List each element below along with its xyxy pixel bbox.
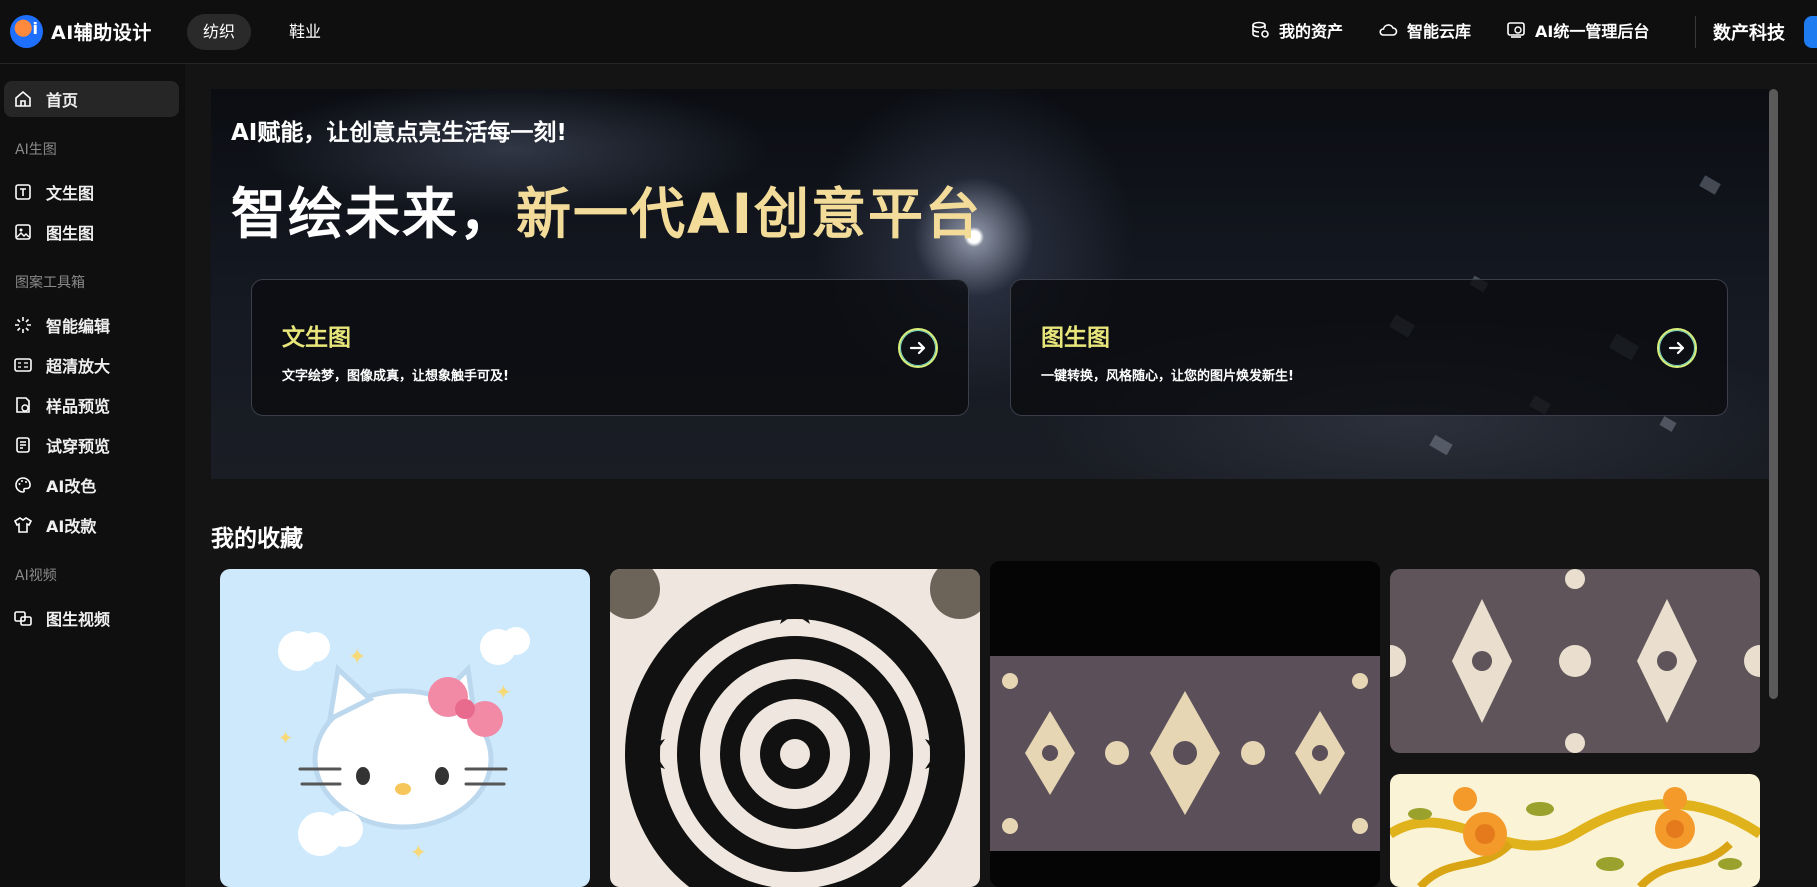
sidebar-item-home[interactable]: 首页 (4, 81, 179, 117)
sidebar-item-sample-preview[interactable]: 样品预览 (4, 387, 179, 423)
ai-admin-link[interactable]: AI统一管理后台 (1505, 18, 1649, 42)
favorites-title: 我的收藏 (211, 526, 303, 552)
svg-text:✦: ✦ (495, 680, 512, 704)
sidebar-item-label: 图生图 (46, 224, 95, 243)
card-title: 文生图 (282, 325, 351, 351)
sidebar-item-label: AI改款 (46, 517, 97, 536)
sidebar-group-pattern-toolbox: 图案工具箱 (15, 275, 85, 291)
app-title: AI辅助设计 (51, 22, 152, 44)
sidebar-item-label: 样品预览 (46, 397, 111, 416)
top-navigation-bar: AI辅助设计 纺织 鞋业 我的资产 智能云库 AI统一管理后台 数产科技 (0, 0, 1817, 64)
cloud-icon (1377, 19, 1399, 41)
arrow-right-icon[interactable] (1657, 328, 1697, 368)
card-description: 一键转换，风格随心，让您的图片焕发新生! (1041, 369, 1294, 384)
sidebar: 首页 AI生图 文生图 图生图 图案工具箱 智能编辑 超清放大 样品预览 试穿预… (0, 64, 185, 887)
my-assets-label: 我的资产 (1279, 22, 1344, 41)
text-box-icon (12, 181, 34, 203)
hero-title-white: 智绘未来， (231, 182, 517, 246)
card-title: 图生图 (1041, 325, 1110, 351)
svg-text:✦: ✦ (410, 840, 427, 864)
hd-upscale-icon (12, 354, 34, 376)
sidebar-item-ai-restyle[interactable]: AI改款 (4, 507, 179, 543)
favorite-tile-hello-kitty[interactable]: ✦ ✦ ✦ ✦ (220, 569, 590, 887)
hero-decoration (1429, 434, 1453, 456)
sidebar-item-label: 试穿预览 (46, 437, 111, 456)
tab-textile[interactable]: 纺织 (187, 14, 252, 50)
try-on-icon (12, 434, 34, 456)
smart-cloud-link[interactable]: 智能云库 (1377, 18, 1471, 42)
hello-kitty-image: ✦ ✦ ✦ ✦ (278, 627, 530, 864)
svg-text:✦: ✦ (278, 728, 293, 749)
sidebar-item-try-on-preview[interactable]: 试穿预览 (4, 427, 179, 463)
sidebar-item-label: 超清放大 (46, 357, 111, 376)
hero-title: 智绘未来，新一代AI创意平台 (231, 169, 982, 249)
sidebar-item-hd-upscale[interactable]: 超清放大 (4, 347, 179, 383)
text-to-image-card[interactable]: 文生图 文字绘梦，图像成真，让想象触手可及! (251, 279, 969, 416)
my-assets-link[interactable]: 我的资产 (1249, 18, 1343, 42)
tab-footwear[interactable]: 鞋业 (273, 14, 337, 50)
sidebar-group-ai-image: AI生图 (15, 142, 57, 158)
sidebar-item-label: 智能编辑 (46, 317, 111, 336)
hero-decoration (1699, 175, 1721, 195)
company-name[interactable]: 数产科技 (1713, 19, 1785, 45)
purple-damask-pattern (1390, 569, 1760, 753)
palette-icon (12, 474, 34, 496)
sidebar-item-ai-recolor[interactable]: AI改色 (4, 467, 179, 503)
sidebar-item-text-to-image[interactable]: 文生图 (4, 174, 179, 210)
sidebar-group-ai-video: AI视频 (15, 568, 57, 584)
favorite-tile-damask[interactable] (990, 561, 1380, 887)
video-icon (12, 607, 34, 629)
scrollbar[interactable] (1769, 89, 1778, 699)
user-avatar[interactable] (1804, 16, 1817, 48)
sidebar-item-label: 文生图 (46, 184, 95, 203)
shirt-icon (12, 514, 34, 536)
arrow-right-icon[interactable] (898, 328, 938, 368)
hero-banner: AI赋能，让创意点亮生活每一刻! 智绘未来，新一代AI创意平台 文生图 文字绘梦… (211, 89, 1769, 479)
smart-cloud-label: 智能云库 (1407, 22, 1472, 41)
card-description: 文字绘梦，图像成真，让想象触手可及! (282, 369, 509, 384)
ai-logo-icon (10, 15, 43, 48)
admin-panel-icon (1505, 19, 1527, 41)
hero-decoration (1659, 416, 1677, 432)
sidebar-item-label: 图生视频 (46, 610, 111, 629)
sidebar-item-label: AI改色 (46, 477, 97, 496)
favorite-tile-purple-damask[interactable] (1390, 569, 1760, 753)
database-icon (1249, 19, 1271, 41)
sidebar-item-image-to-video[interactable]: 图生视频 (4, 600, 179, 636)
image-to-image-card[interactable]: 图生图 一键转换，风格随心，让您的图片焕发新生! (1010, 279, 1728, 416)
yellow-rose-pattern (1390, 787, 1760, 887)
svg-text:✦: ✦ (348, 645, 366, 670)
hero-title-gold: 新一代AI创意平台 (516, 182, 983, 246)
favorite-tile-yellow-roses[interactable] (1390, 774, 1760, 887)
sidebar-item-image-to-image[interactable]: 图生图 (4, 214, 179, 250)
favorite-tile-mandala[interactable] (610, 569, 980, 887)
sparkle-edit-icon (12, 314, 34, 336)
sample-preview-icon (12, 394, 34, 416)
hero-subtitle: AI赋能，让创意点亮生活每一刻! (231, 120, 567, 146)
ai-admin-label: AI统一管理后台 (1535, 22, 1650, 41)
sidebar-item-label: 首页 (46, 91, 79, 110)
app-logo[interactable]: AI辅助设计 (10, 15, 152, 48)
header-divider (1695, 16, 1696, 48)
damask-tile-pattern (990, 656, 1380, 851)
home-icon (12, 88, 34, 110)
black-mandala-pattern (610, 569, 980, 887)
image-icon (12, 221, 34, 243)
sidebar-item-smart-edit[interactable]: 智能编辑 (4, 307, 179, 343)
